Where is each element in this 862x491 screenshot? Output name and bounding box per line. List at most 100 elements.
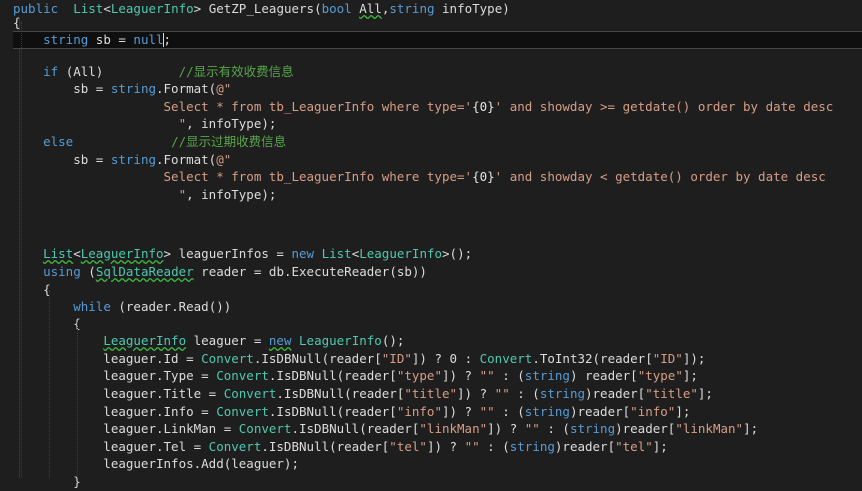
- code-token: ];: [697, 386, 713, 401]
- code-token: "": [494, 386, 510, 401]
- code-token: "linkMan": [675, 421, 744, 436]
- code-token: Convert: [208, 439, 262, 454]
- code-line[interactable]: [13, 206, 862, 224]
- code-token: ) reader[: [569, 368, 638, 383]
- code-line[interactable]: if (All) //显示有效收费信息: [13, 63, 862, 81]
- code-token: Convert: [238, 421, 292, 436]
- code-token: "": [464, 439, 480, 454]
- code-token: : (: [509, 386, 540, 401]
- code-line[interactable]: LeaguerInfo leaguer = new LeaguerInfo();: [13, 332, 862, 350]
- code-line[interactable]: {: [13, 281, 862, 299]
- code-token: (All): [58, 64, 179, 79]
- code-token: LeaguerInfo: [299, 333, 382, 348]
- code-token: ]) ?: [441, 404, 480, 419]
- code-token: )reader[: [554, 439, 616, 454]
- code-token: ]) ? 0 :: [411, 351, 480, 366]
- code-token: ;: [163, 32, 172, 47]
- code-token: > leaguerInfos =: [163, 246, 292, 261]
- code-token: Convert: [216, 404, 269, 419]
- code-editor[interactable]: public List<LeaguerInfo> GetZP_Leaguers(…: [0, 0, 862, 489]
- code-token: LeaguerInfo: [80, 246, 164, 261]
- code-line[interactable]: leaguerInfos.Add(leaguer);: [13, 455, 862, 473]
- code-line[interactable]: else //显示过期收费信息: [13, 133, 862, 151]
- code-token: while: [73, 299, 111, 314]
- code-token: "": [479, 368, 495, 383]
- code-token: : (: [494, 368, 525, 383]
- code-line[interactable]: ", infoType);: [13, 186, 862, 204]
- code-token: .Format(: [156, 81, 217, 96]
- code-token: leaguer.Title =: [13, 386, 224, 401]
- code-token: )reader[: [615, 421, 676, 436]
- code-token: "linkMan": [419, 421, 488, 436]
- code-token: leaguer =: [186, 333, 269, 348]
- code-line[interactable]: leaguer.Id = Convert.IsDBNull(reader["ID…: [13, 350, 862, 368]
- code-token: , infoType);: [186, 187, 277, 202]
- code-token: List: [321, 246, 352, 261]
- code-token: "type": [396, 368, 442, 383]
- code-token: .IsDBNull(reader[: [291, 421, 420, 436]
- code-token: leaguer.Tel =: [13, 439, 209, 454]
- code-token: new: [291, 246, 315, 261]
- code-line[interactable]: sb = string.Format(@": [13, 80, 862, 98]
- code-line[interactable]: Select * from tb_LeaguerInfo where type=…: [13, 98, 862, 116]
- code-line[interactable]: leaguer.Info = Convert.IsDBNull(reader["…: [13, 403, 862, 421]
- code-token: }: [13, 474, 81, 489]
- code-line[interactable]: {: [13, 14, 862, 32]
- code-token: leaguer.Id =: [13, 351, 202, 366]
- code-token: SqlDataReader: [95, 264, 194, 279]
- code-token: string: [569, 421, 616, 436]
- code-token: leaguerInfos.Add(leaguer);: [13, 456, 299, 471]
- code-line[interactable]: [13, 226, 862, 244]
- code-line[interactable]: leaguer.Type = Convert.IsDBNull(reader["…: [13, 367, 862, 385]
- code-token: LeaguerInfo: [103, 333, 187, 348]
- code-line[interactable]: while (reader.Read()): [13, 298, 862, 316]
- code-line[interactable]: leaguer.LinkMan = Convert.IsDBNull(reade…: [13, 420, 862, 438]
- code-token: ' and showday >= getdate() order by date…: [494, 99, 834, 114]
- code-token: "ID": [652, 351, 683, 366]
- code-token: string: [509, 439, 555, 454]
- code-token: ]);: [682, 351, 706, 366]
- code-line[interactable]: }: [13, 473, 862, 491]
- code-token: "type": [637, 368, 683, 383]
- code-line[interactable]: using (SqlDataReader reader = db.Execute…: [13, 263, 862, 281]
- code-token: ]) ?: [426, 439, 465, 454]
- indent-guide: [49, 290, 50, 478]
- code-line[interactable]: sb = string.Format(@": [13, 151, 862, 169]
- code-token: ];: [652, 439, 668, 454]
- code-token: sb =: [13, 81, 111, 96]
- code-line[interactable]: leaguer.Title = Convert.IsDBNull(reader[…: [13, 385, 862, 403]
- code-token: {: [13, 282, 51, 297]
- code-token: .IsDBNull(reader[: [268, 368, 397, 383]
- code-line[interactable]: {: [13, 315, 862, 333]
- code-token: "info": [396, 404, 442, 419]
- code-line[interactable]: Select * from tb_LeaguerInfo where type=…: [13, 168, 862, 186]
- code-line[interactable]: string sb = null;: [13, 31, 862, 49]
- code-token: .Format(: [156, 152, 217, 167]
- code-token: new: [268, 333, 292, 348]
- code-token: "": [479, 404, 495, 419]
- code-token: sb =: [13, 152, 111, 167]
- code-line[interactable]: List<LeaguerInfo> leaguerInfos = new Lis…: [13, 245, 862, 263]
- code-token: reader = db.ExecuteReader(sb)): [193, 264, 427, 279]
- code-token: ": [13, 116, 187, 131]
- code-token: "title": [404, 386, 458, 401]
- code-token: string: [524, 404, 570, 419]
- code-line[interactable]: leaguer.Tel = Convert.IsDBNull(reader["t…: [13, 438, 862, 456]
- code-token: .IsDBNull(reader[: [276, 386, 405, 401]
- code-token: .IsDBNull(reader[: [253, 351, 382, 366]
- code-token: {: [13, 316, 81, 331]
- code-line[interactable]: ", infoType);: [13, 115, 862, 133]
- code-token: Select * from tb_LeaguerInfo where type=…: [13, 99, 473, 114]
- code-token: : (: [539, 421, 570, 436]
- code-token: {0}: [472, 99, 495, 114]
- code-token: .IsDBNull(reader[: [268, 404, 397, 419]
- code-token: if: [43, 64, 59, 79]
